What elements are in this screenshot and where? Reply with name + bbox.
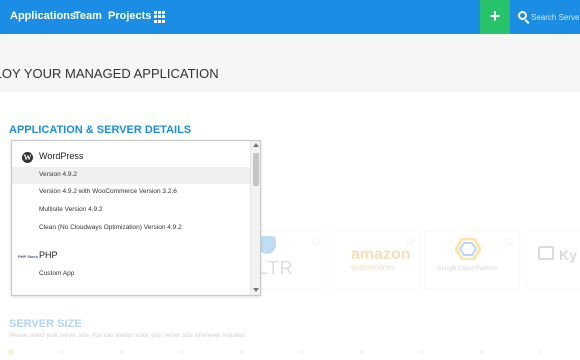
dropdown-group-php: PHP Stack PHP [12,248,251,264]
dropdown-option-label: Clean (No Cloudways Optimization) Versio… [39,224,182,231]
dropdown-option[interactable]: Clean (No Cloudways Optimization) Versio… [12,220,251,237]
kyup-logo-text: Ky [559,247,577,263]
radio-icon[interactable] [506,238,513,245]
section-title: APPLICATION & SERVER DETAILS [9,124,192,136]
dropdown-option[interactable]: Version 4.9.2 with WooCommerce Version 3… [12,184,251,201]
dropdown-option-label: Version 4.9.2 [39,171,77,178]
dropdown-option-label: Version 4.9.2 with WooCommerce Version 3… [39,188,177,195]
page-title: PLOY YOUR MANAGED APPLICATION [0,66,219,81]
radio-icon[interactable] [406,238,413,245]
server-size-slider[interactable] [10,351,570,353]
dropdown-scrollbar[interactable] [250,141,260,295]
dropdown-group-label: WordPress [39,151,84,161]
wordpress-icon: W [22,152,33,163]
application-dropdown[interactable]: W WordPress Version 4.9.2 Version 4.9.2 … [11,140,261,296]
dropdown-option[interactable]: Version 4.9.2 [12,167,251,184]
server-size-hint: Please select your server size. You can … [9,333,247,339]
dropdown-option-label: Multisite Version 4.9.2 [39,206,103,213]
php-icon: PHP Stack [18,254,38,259]
scroll-down-icon[interactable] [253,288,259,292]
search-icon[interactable] [518,11,527,20]
google-cloud-icon [455,238,481,260]
apps-grid-icon[interactable] [154,11,166,23]
amazon-logo-text: amazon [351,246,411,263]
nav-applications[interactable]: Applications [10,10,76,22]
dropdown-group-label: PHP [39,250,58,260]
kyup-logo-icon [538,246,554,260]
server-size-title: SERVER SIZE [9,318,82,330]
nav-projects[interactable]: Projects [108,10,151,22]
nav-team[interactable]: Team [74,10,102,22]
radio-icon[interactable] [312,238,319,245]
dropdown-option-label: Custom App [39,270,75,277]
dropdown-group-wordpress: W WordPress [12,149,251,165]
gcp-logo-text: Google Cloud Platform [437,266,498,272]
vultr-logo-text: LTR [258,258,294,278]
aws-logo-subtext: webservices [351,263,396,272]
dropdown-option[interactable]: Multisite Version 4.9.2 [12,202,251,219]
page-header [0,34,580,92]
top-nav-bar: Applications Team Projects + [0,0,580,34]
scrollbar-thumb[interactable] [253,153,259,186]
search-input[interactable] [531,9,580,25]
add-button[interactable]: + [480,0,510,34]
scroll-up-icon[interactable] [253,143,259,147]
dropdown-option[interactable]: Custom App [12,266,251,283]
